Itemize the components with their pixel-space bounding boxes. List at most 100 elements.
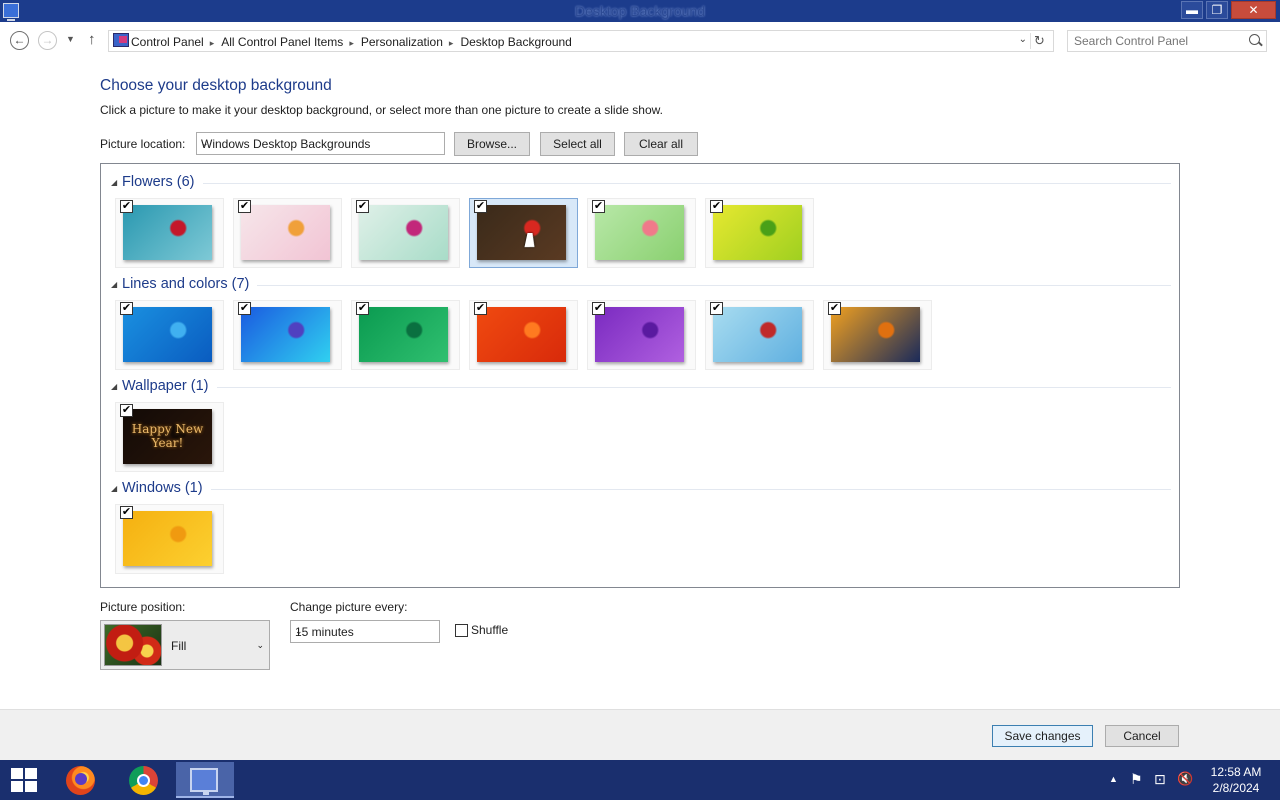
action-center-flag-icon[interactable]: ⚑ — [1130, 771, 1143, 788]
wallpaper-thumbnail[interactable]: ✔ — [587, 198, 696, 268]
wallpaper-thumbnail[interactable]: ✔ — [351, 300, 460, 370]
thumbnail-checkbox[interactable]: ✔ — [120, 302, 133, 315]
thumbnail-checkbox[interactable]: ✔ — [356, 200, 369, 213]
cancel-button[interactable]: Cancel — [1105, 725, 1179, 747]
taskbar-control-panel[interactable] — [176, 762, 234, 798]
forward-arrow-icon[interactable]: → — [38, 31, 57, 50]
window-title: Desktop Background — [575, 3, 705, 19]
refresh-icon[interactable]: ↻ — [1030, 33, 1048, 49]
thumbnail-checkbox[interactable]: ✔ — [828, 302, 841, 315]
thumbnail-checkbox[interactable]: ✔ — [120, 506, 133, 519]
network-icon[interactable]: ⊡ — [1154, 771, 1166, 788]
wallpaper-image — [713, 307, 802, 362]
position-preview-image — [104, 624, 162, 666]
control-panel-icon — [190, 768, 218, 795]
system-clock[interactable]: 12:58 AM 2/8/2024 — [1203, 764, 1269, 796]
taskbar-firefox[interactable] — [52, 762, 110, 798]
wallpaper-thumbnail[interactable]: ✔ — [351, 198, 460, 268]
windows-logo-icon — [25, 768, 37, 779]
dialog-footer: Save changes Cancel — [0, 709, 1280, 760]
group-header[interactable]: ◢ Wallpaper (1) — [111, 378, 1171, 398]
thumbnail-checkbox[interactable]: ✔ — [474, 302, 487, 315]
page-description: Click a picture to make it your desktop … — [100, 103, 663, 117]
picture-list[interactable]: ◢ Flowers (6) ✔ ✔ ✔ ✔ ✔ ✔ ◢ Lines and colors (7) ✔… — [100, 163, 1180, 588]
control-panel-icon — [113, 33, 129, 47]
back-arrow-icon[interactable]: ← — [10, 31, 29, 50]
wallpaper-thumbnail[interactable]: ✔ — [233, 198, 342, 268]
search-box[interactable] — [1067, 30, 1267, 52]
wallpaper-image — [831, 307, 920, 362]
group-divider — [216, 387, 1171, 388]
wallpaper-thumbnail[interactable]: ✔ — [705, 198, 814, 268]
shuffle-checkbox[interactable] — [455, 624, 468, 637]
clear-all-button[interactable]: Clear all — [624, 132, 698, 156]
thumbnail-checkbox[interactable]: ✔ — [592, 200, 605, 213]
browse-button[interactable]: Browse... — [454, 132, 530, 156]
chevron-down-icon: ⌄ — [295, 626, 303, 636]
navigation-bar: ← → ▼ ↑ Control Panel ▸ All Control Panel … — [0, 22, 1280, 60]
group-header[interactable]: ◢ Windows (1) — [111, 480, 1171, 500]
show-hidden-icons[interactable]: ▲ — [1109, 774, 1118, 784]
thumbnail-checkbox[interactable]: ✔ — [120, 200, 133, 213]
chevron-right-icon[interactable]: ▸ — [204, 38, 222, 48]
taskbar: ▲ ⚑ ⊡ 🔇 12:58 AM 2/8/2024 — [0, 760, 1280, 800]
volume-muted-icon[interactable]: 🔇 — [1177, 771, 1193, 787]
picture-location-select[interactable]: Windows Desktop Backgrounds ⌄ — [196, 132, 445, 155]
search-icon[interactable] — [1249, 34, 1260, 45]
wallpaper-thumbnail[interactable]: Happy New Year! ✔ — [115, 402, 224, 472]
select-all-button[interactable]: Select all — [540, 132, 615, 156]
firefox-icon — [66, 766, 95, 795]
wallpaper-thumbnail[interactable]: ✔ — [705, 300, 814, 370]
wallpaper-thumbnail[interactable]: ✔ — [115, 504, 224, 574]
start-button[interactable] — [11, 768, 38, 793]
collapse-triangle-icon[interactable]: ◢ — [111, 178, 117, 187]
thumbnail-checkbox[interactable]: ✔ — [592, 302, 605, 315]
picture-position-select[interactable]: Fill ⌄ — [100, 620, 270, 670]
thumbnail-checkbox[interactable]: ✔ — [238, 200, 251, 213]
breadcrumb: Control Panel ▸ All Control Panel Items ▸ Pe… — [131, 35, 572, 49]
address-bar[interactable]: Control Panel ▸ All Control Panel Items ▸ Pe… — [108, 30, 1054, 52]
collapse-triangle-icon[interactable]: ◢ — [111, 280, 117, 289]
thumbnail-checkbox[interactable]: ✔ — [474, 200, 487, 213]
minimize-button[interactable]: ▬ — [1181, 1, 1203, 19]
change-interval-label: Change picture every: — [290, 600, 408, 614]
wallpaper-thumbnail[interactable]: ✔ — [469, 198, 578, 268]
wallpaper-thumbnail[interactable]: ✔ — [115, 300, 224, 370]
thumbnail-checkbox[interactable]: ✔ — [710, 200, 723, 213]
group-header[interactable]: ◢ Flowers (6) — [111, 174, 1171, 194]
save-changes-button[interactable]: Save changes — [992, 725, 1093, 747]
group-title: Lines and colors (7) — [122, 276, 250, 292]
search-input[interactable] — [1074, 34, 1244, 48]
group-divider — [210, 489, 1171, 490]
change-interval-select[interactable]: 15 minutes ⌄ — [290, 620, 440, 643]
wallpaper-thumbnail[interactable]: ✔ — [823, 300, 932, 370]
thumbnail-checkbox[interactable]: ✔ — [710, 302, 723, 315]
breadcrumb-desktop-background[interactable]: Desktop Background — [460, 35, 571, 49]
collapse-triangle-icon[interactable]: ◢ — [111, 484, 117, 493]
thumbnail-checkbox[interactable]: ✔ — [356, 302, 369, 315]
thumbnail-checkbox[interactable]: ✔ — [120, 404, 133, 417]
wallpaper-thumbnail[interactable]: ✔ — [233, 300, 342, 370]
chevron-right-icon[interactable]: ▸ — [343, 38, 361, 48]
restore-button[interactable]: ❐ — [1206, 1, 1228, 19]
wallpaper-thumbnail[interactable]: ✔ — [469, 300, 578, 370]
recent-locations-icon[interactable]: ▼ — [66, 34, 75, 44]
breadcrumb-control-panel[interactable]: Control Panel — [131, 35, 204, 49]
taskbar-chrome[interactable] — [114, 762, 172, 798]
wallpaper-image — [241, 307, 330, 362]
chevron-right-icon[interactable]: ▸ — [443, 38, 461, 48]
collapse-triangle-icon[interactable]: ◢ — [111, 382, 117, 391]
chevron-down-icon[interactable]: ⌄ — [1019, 34, 1027, 45]
close-button[interactable]: ✕ — [1231, 1, 1276, 19]
breadcrumb-personalization[interactable]: Personalization — [361, 35, 443, 49]
group-header[interactable]: ◢ Lines and colors (7) — [111, 276, 1171, 296]
up-arrow-icon[interactable]: ↑ — [88, 31, 96, 48]
clock-time: 12:58 AM — [1210, 765, 1262, 779]
thumbnail-checkbox[interactable]: ✔ — [238, 302, 251, 315]
breadcrumb-all-items[interactable]: All Control Panel Items — [221, 35, 343, 49]
wallpaper-thumbnail[interactable]: ✔ — [115, 198, 224, 268]
wallpaper-thumbnail[interactable]: ✔ — [587, 300, 696, 370]
shuffle-label[interactable]: Shuffle — [471, 623, 508, 637]
chevron-down-icon: ⌄ — [256, 640, 264, 650]
wallpaper-image — [123, 205, 212, 260]
